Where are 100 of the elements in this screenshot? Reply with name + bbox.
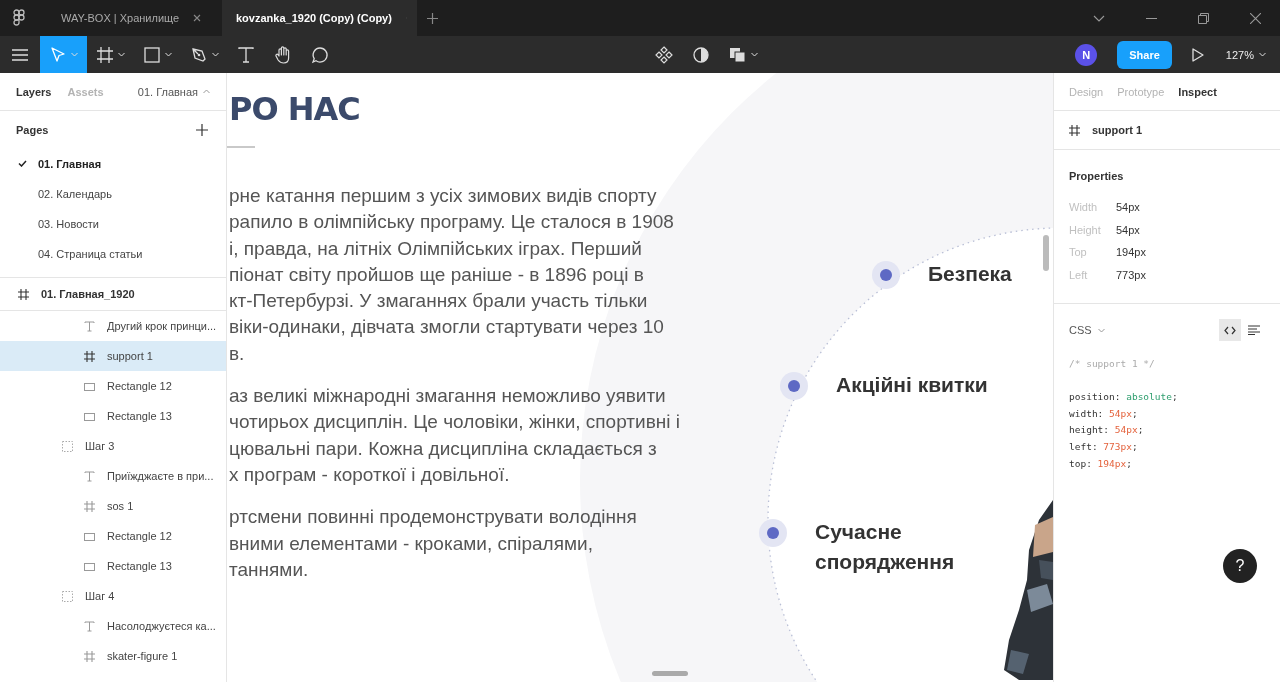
property-value: 194px bbox=[1116, 246, 1146, 259]
lines-icon[interactable] bbox=[1248, 325, 1260, 335]
chevron-down-icon[interactable] bbox=[1093, 14, 1105, 22]
group-icon bbox=[62, 440, 73, 452]
section-title: Pages bbox=[16, 124, 49, 136]
check-icon bbox=[18, 160, 27, 167]
feature-title: Сучасне спорядження bbox=[815, 519, 956, 575]
scrollbar[interactable] bbox=[1043, 235, 1049, 271]
layer-name: support 1 bbox=[1092, 124, 1143, 136]
property-label: Left bbox=[1069, 268, 1089, 281]
frame-icon bbox=[84, 650, 95, 662]
heading-underline bbox=[227, 146, 255, 148]
page-item[interactable]: 03. Новости bbox=[0, 209, 226, 239]
frame-icon bbox=[84, 350, 95, 362]
paragraph-line: вними елементами - кроками, спіралями, bbox=[229, 531, 594, 556]
paragraph-line: піонат світу пройшов ще раніше - в 1896 році в bbox=[229, 262, 645, 287]
layer-item[interactable]: sos 1 bbox=[0, 491, 226, 521]
paragraph-line: ртсмени повинні продемонструвати володіння bbox=[229, 505, 638, 530]
page-dropdown[interactable]: 01. Главная bbox=[137, 85, 210, 98]
code-line: top: 194px; bbox=[1069, 457, 1133, 471]
layer-item[interactable]: Другий крок принци... bbox=[0, 311, 226, 341]
layer-item[interactable]: Насолоджуєтеся ка... bbox=[0, 611, 226, 641]
boolean-tool[interactable] bbox=[729, 46, 759, 63]
text-icon[interactable] bbox=[237, 45, 255, 64]
paragraph-line: х програм - короткої і довільної. bbox=[229, 462, 511, 487]
section-title: Properties bbox=[1069, 170, 1125, 182]
frame-icon[interactable] bbox=[96, 45, 114, 64]
layer-item[interactable]: Шаг 3 bbox=[0, 431, 226, 461]
user-avatar[interactable]: N bbox=[1075, 43, 1098, 66]
code-line: width: 54px; bbox=[1069, 406, 1139, 421]
paragraph-line: таннями. bbox=[229, 557, 310, 582]
layer-item[interactable]: Приїжджаєте в при... bbox=[0, 461, 226, 491]
scrollbar[interactable] bbox=[652, 671, 688, 676]
layer-item[interactable]: Rectangle 13 bbox=[0, 401, 226, 431]
layer-item[interactable]: support 1 bbox=[0, 341, 226, 371]
rectangle-icon[interactable] bbox=[143, 45, 161, 64]
page-item[interactable]: 02. Календарь bbox=[0, 179, 226, 209]
layer-item[interactable]: Rectangle 13 bbox=[0, 551, 226, 581]
paragraph-line: в. bbox=[229, 341, 246, 366]
property-label: Height bbox=[1069, 223, 1102, 236]
property-value: 54px bbox=[1116, 201, 1140, 214]
play-icon[interactable] bbox=[1191, 47, 1204, 62]
page-item[interactable]: 04. Страница статьи bbox=[0, 239, 226, 269]
file-tab[interactable]: WAY-BOX | Хранилище bbox=[47, 0, 222, 36]
close-icon[interactable] bbox=[1250, 12, 1261, 24]
layer-item[interactable]: Rectangle 12 bbox=[0, 371, 226, 401]
code-line: left: 773px; bbox=[1069, 440, 1139, 455]
rectangle-icon bbox=[84, 410, 95, 422]
contrast-icon[interactable] bbox=[693, 46, 710, 63]
property-label: Width bbox=[1069, 201, 1099, 214]
overlapping-squares-icon[interactable] bbox=[729, 46, 748, 63]
feature-title: Безпека bbox=[928, 261, 1013, 287]
timeline-dot bbox=[759, 519, 787, 547]
comment-icon[interactable] bbox=[311, 45, 329, 64]
file-tab[interactable]: kovzanka_1920 (Copy) (Copy) bbox=[222, 0, 417, 36]
pen-icon[interactable] bbox=[190, 45, 208, 64]
property-label: Top bbox=[1069, 246, 1088, 259]
code-icon[interactable] bbox=[1224, 325, 1236, 335]
code-line: position: absolute; bbox=[1069, 389, 1179, 404]
text-icon bbox=[84, 470, 95, 482]
code-line: height: 54px; bbox=[1069, 423, 1145, 438]
paragraph-line: віки-одинаки, дівчата змогли стартувати через 10 bbox=[229, 315, 665, 340]
paragraph-line: чотирьох дисциплін. Це чоловіки, жінки, спортивні і bbox=[229, 410, 680, 435]
close-icon[interactable] bbox=[193, 14, 202, 22]
property-value: 773px bbox=[1116, 268, 1146, 281]
paragraph-line: і, правда, на літніх Олімпійських іграх. Перший bbox=[229, 236, 643, 261]
rectangle-icon bbox=[84, 380, 95, 392]
figma-logo-icon[interactable] bbox=[13, 9, 25, 27]
paragraph-line: аз великі міжнародні змагання неможливо уявити bbox=[229, 384, 667, 409]
group-icon bbox=[62, 590, 73, 602]
panel-tab[interactable]: Layers bbox=[16, 85, 52, 98]
section-heading: РО НАС bbox=[229, 90, 360, 128]
property-value: 54px bbox=[1116, 223, 1140, 236]
restore-icon[interactable] bbox=[1198, 12, 1209, 24]
layer-item[interactable]: 01. Главная_1920 bbox=[0, 278, 226, 311]
page-item[interactable]: 01. Главная bbox=[0, 149, 226, 179]
layer-item[interactable]: Rectangle 12 bbox=[0, 521, 226, 551]
language-dropdown[interactable]: CSS bbox=[1069, 324, 1105, 336]
cursor-icon[interactable] bbox=[49, 45, 67, 64]
panel-tab[interactable]: Inspect bbox=[1178, 85, 1217, 98]
timeline-dot bbox=[780, 372, 808, 400]
code-comment: /* support 1 */ bbox=[1069, 357, 1156, 371]
text-icon bbox=[84, 320, 95, 332]
frame-icon bbox=[1069, 124, 1080, 136]
rectangle-icon bbox=[84, 560, 95, 572]
layer-item[interactable]: Шаг 4 bbox=[0, 581, 226, 611]
add-icon[interactable] bbox=[427, 12, 438, 24]
frame-icon bbox=[84, 500, 95, 512]
layer-item[interactable]: skater-figure 1 bbox=[0, 641, 226, 671]
components-icon[interactable] bbox=[655, 45, 674, 64]
menu-icon[interactable] bbox=[12, 48, 28, 61]
feature-title: Акційні квитки bbox=[836, 372, 989, 398]
code-view-button[interactable] bbox=[1219, 319, 1241, 341]
text-icon bbox=[84, 620, 95, 632]
add-icon[interactable] bbox=[196, 124, 208, 136]
paragraph-line: кт-Петербурзі. У змаганнях брали участь тільки bbox=[229, 289, 649, 314]
rectangle-icon bbox=[84, 530, 95, 542]
paragraph-line: рне катання першим з усіх зимових видів спорту bbox=[229, 184, 658, 208]
zoom-dropdown[interactable]: 127% bbox=[1225, 48, 1266, 61]
minimize-icon[interactable] bbox=[1146, 17, 1157, 19]
